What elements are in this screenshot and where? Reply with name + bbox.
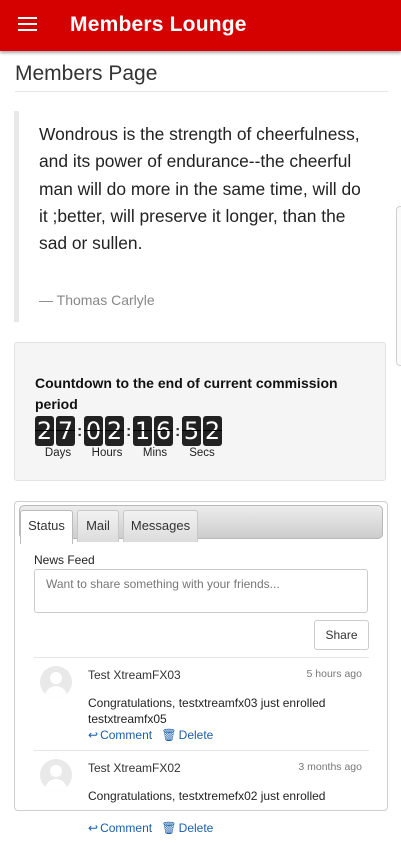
feed-post: Test XtreamFX02 3 months ago Congratulat… xyxy=(34,751,369,843)
post-author[interactable]: Test XtreamFX02 xyxy=(88,761,181,775)
avatar xyxy=(40,666,72,698)
countdown-digit: 2 xyxy=(35,416,54,446)
countdown-separator: : xyxy=(175,423,181,440)
news-feed-label: News Feed xyxy=(34,553,95,567)
comment-label: Comment xyxy=(100,821,153,835)
countdown-label-hours: Hours xyxy=(91,447,123,459)
quote-text: Wondrous is the strength of cheerfulness… xyxy=(39,124,361,254)
countdown-label-mins: Mins xyxy=(142,447,168,459)
countdown-digit: 7 xyxy=(56,416,75,446)
countdown-digit: 5 xyxy=(182,416,201,446)
post-author[interactable]: Test XtreamFX03 xyxy=(88,668,181,682)
side-scroll-handle[interactable] xyxy=(396,206,401,366)
comment-link[interactable]: ↩ Comment xyxy=(88,821,152,835)
countdown-separator: : xyxy=(126,423,132,440)
countdown-digit: 2 xyxy=(203,416,222,446)
post-actions: ↩ Comment 🗑 Delete xyxy=(88,728,219,742)
post-actions: ↩ Comment 🗑 Delete xyxy=(88,821,219,835)
app-title: Members Lounge xyxy=(70,13,247,36)
status-input[interactable]: Want to share something with your friend… xyxy=(34,569,368,613)
tab-bar: Status Mail Messages xyxy=(19,505,383,544)
social-card: Status Mail Messages News Feed Want to s… xyxy=(14,501,388,835)
countdown-digit: 1 xyxy=(133,416,152,446)
quote-author: — Thomas Carlyle xyxy=(39,292,155,308)
tab-mail[interactable]: Mail xyxy=(77,510,119,542)
quote-block: Wondrous is the strength of cheerfulness… xyxy=(14,111,379,322)
delete-link[interactable]: 🗑 Delete xyxy=(161,728,213,742)
hamburger-menu-icon[interactable] xyxy=(18,17,37,31)
countdown-digit: 0 xyxy=(84,416,103,446)
countdown-label-days: Days xyxy=(44,447,72,459)
post-timestamp: 3 months ago xyxy=(298,761,362,773)
trash-icon: 🗑 xyxy=(161,821,177,835)
tab-status[interactable]: Status xyxy=(20,510,73,544)
trash-icon: 🗑 xyxy=(161,728,177,742)
countdown-label-secs: Secs xyxy=(189,447,215,459)
app-bar: Members Lounge xyxy=(0,0,401,51)
countdown-separator: : xyxy=(77,423,83,440)
reply-icon: ↩ xyxy=(88,821,99,835)
delete-link[interactable]: 🗑 Delete xyxy=(161,821,213,835)
post-body: Congratulations, testxtremefx02 just enr… xyxy=(88,789,326,803)
tab-messages[interactable]: Messages xyxy=(123,510,198,542)
page-title: Members Page xyxy=(15,62,158,85)
countdown-panel: Countdown to the end of current commissi… xyxy=(14,342,386,481)
countdown-digit: 2 xyxy=(105,416,124,446)
countdown-digit: 6 xyxy=(154,416,173,446)
post-body: Congratulations, testxtreamfx03 just enr… xyxy=(88,696,326,726)
title-divider xyxy=(15,91,388,92)
post-timestamp: 5 hours ago xyxy=(306,668,362,680)
comment-link[interactable]: ↩ Comment xyxy=(88,728,152,742)
reply-icon: ↩ xyxy=(88,728,99,742)
countdown-heading: Countdown to the end of current commissi… xyxy=(35,375,338,412)
delete-label: Delete xyxy=(178,821,214,835)
delete-label: Delete xyxy=(178,728,214,742)
share-button[interactable]: Share xyxy=(314,620,369,650)
avatar xyxy=(40,759,72,791)
comment-label: Comment xyxy=(100,728,153,742)
feed-post: Test XtreamFX03 5 hours ago Congratulati… xyxy=(34,658,369,750)
